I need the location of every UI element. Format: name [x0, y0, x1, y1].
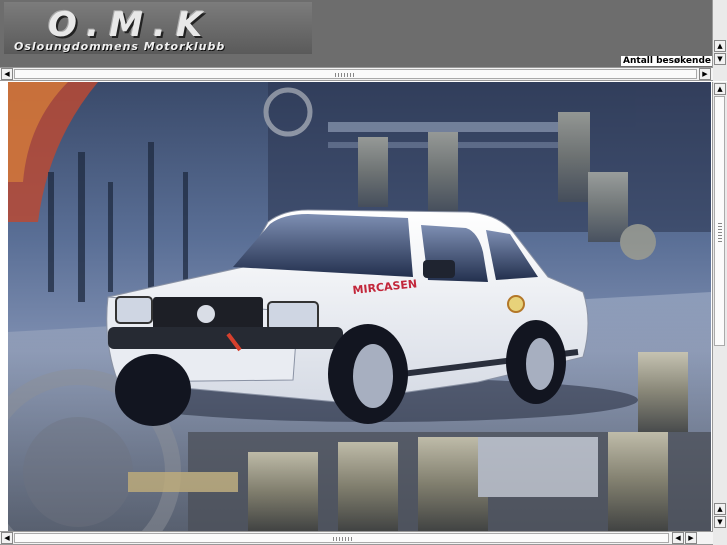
main-frame: MIRCASEN — [0, 82, 713, 531]
logo-subtitle: Osloungdommens Motorklubb — [14, 40, 226, 53]
scrollbar-thumb[interactable] — [714, 96, 725, 346]
arrow-up-icon[interactable]: ▲ — [714, 503, 726, 515]
logo-title: O.M.K — [48, 5, 213, 45]
header-frame: O.M.K Osloungdommens Motorklubb Antall b… — [0, 0, 727, 69]
arrow-down-icon[interactable]: ▼ — [714, 53, 726, 65]
arrow-right-icon[interactable]: ▶ — [699, 68, 711, 80]
main-vertical-scrollbar[interactable]: ▲ ▲ ▼ — [712, 82, 727, 531]
main-horizontal-scrollbar[interactable]: ◀ ◀ ▶ — [0, 531, 713, 545]
arrow-left-icon[interactable]: ◀ — [1, 532, 13, 544]
arrow-up-icon[interactable]: ▲ — [714, 83, 726, 95]
arrow-up-icon[interactable]: ▲ — [714, 40, 726, 52]
scrollbar-thumb[interactable] — [14, 533, 669, 543]
arrow-down-icon[interactable]: ▼ — [714, 516, 726, 528]
arrow-right-icon[interactable]: ▶ — [685, 532, 697, 544]
header-vertical-scrollbar[interactable]: ▲ ▼ — [712, 0, 727, 67]
visitor-counter-label: Antall besøkende — [621, 56, 713, 66]
header-horizontal-scrollbar[interactable]: ◀ ▶ — [0, 67, 713, 81]
scrollbar-thumb[interactable] — [14, 69, 697, 79]
arrow-left-icon[interactable]: ◀ — [672, 532, 684, 544]
rally-car-image: MIRCASEN — [8, 82, 711, 531]
club-logo: O.M.K Osloungdommens Motorklubb — [4, 2, 312, 54]
arrow-left-icon[interactable]: ◀ — [1, 68, 13, 80]
